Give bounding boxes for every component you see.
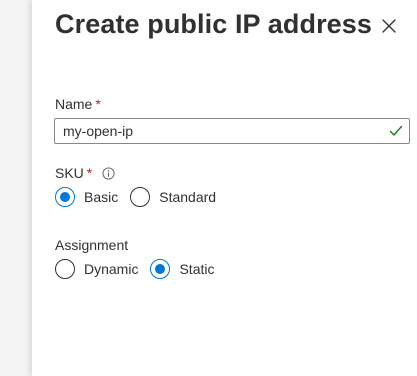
sku-radio-group: Basic Standard	[55, 187, 228, 207]
info-icon[interactable]	[102, 166, 115, 180]
sku-label: SKU *	[55, 164, 115, 182]
assignment-label: Assignment	[55, 237, 129, 253]
name-required-mark: *	[95, 96, 101, 112]
close-icon	[382, 19, 396, 33]
checkmark-icon	[389, 125, 403, 136]
assignment-option-static[interactable]: Static	[150, 259, 214, 279]
assignment-radio-group: Dynamic Static	[55, 259, 226, 279]
name-input[interactable]: my-open-ip	[54, 118, 410, 144]
name-input-value: my-open-ip	[63, 123, 134, 139]
name-label-text: Name	[55, 96, 93, 112]
close-button[interactable]	[377, 14, 401, 38]
page-backdrop	[0, 0, 32, 376]
radio-selected-icon[interactable]	[55, 187, 75, 207]
create-public-ip-panel: Create public IP address Name * my-open-i…	[32, 0, 417, 376]
assignment-option-dynamic[interactable]: Dynamic	[55, 259, 138, 279]
panel-header: Create public IP address	[55, 6, 405, 46]
assignment-option-static-label: Static	[179, 261, 215, 277]
sku-option-standard[interactable]: Standard	[130, 187, 216, 207]
sku-option-basic[interactable]: Basic	[55, 187, 118, 207]
radio-selected-icon[interactable]	[150, 259, 171, 279]
assignment-option-dynamic-label: Dynamic	[84, 261, 139, 277]
radio-unselected-icon[interactable]	[55, 259, 75, 279]
panel-title: Create public IP address	[55, 9, 373, 39]
sku-required-mark: *	[86, 165, 93, 181]
sku-label-text: SKU	[55, 165, 84, 181]
name-label: Name *	[55, 95, 101, 113]
sku-option-basic-label: Basic	[84, 189, 119, 205]
radio-unselected-icon[interactable]	[130, 187, 151, 207]
sku-option-standard-label: Standard	[159, 189, 217, 205]
